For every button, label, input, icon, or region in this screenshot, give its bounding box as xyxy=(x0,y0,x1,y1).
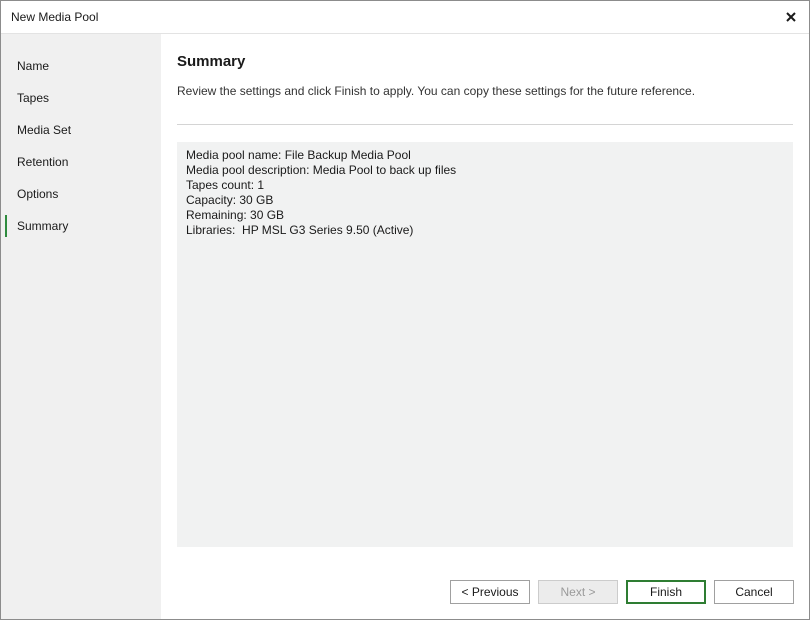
active-step-indicator xyxy=(5,215,7,237)
divider xyxy=(177,124,793,125)
wizard-steps-sidebar: Name Tapes Media Set Retention Options S… xyxy=(1,34,161,619)
summary-line-pool-description: Media pool description: Media Pool to ba… xyxy=(186,163,457,177)
previous-button[interactable]: < Previous xyxy=(450,580,530,604)
summary-line-tapes-count: Tapes count: 1 xyxy=(186,178,265,192)
page-description: Review the settings and click Finish to … xyxy=(177,84,696,98)
sidebar-item-label: Retention xyxy=(17,155,69,169)
summary-line-pool-name: Media pool name: File Backup Media Pool xyxy=(186,148,411,162)
sidebar-item-label: Options xyxy=(17,187,59,201)
summary-text-area[interactable]: Media pool name: File Backup Media Pool … xyxy=(177,142,793,547)
summary-line-capacity: Capacity: 30 GB xyxy=(186,193,274,207)
page-title: Summary xyxy=(177,53,246,70)
title-bar: New Media Pool xyxy=(1,1,809,34)
sidebar-item-options[interactable]: Options xyxy=(5,182,161,206)
new-media-pool-dialog: New Media Pool Name Tapes Media Set Rete… xyxy=(0,0,810,620)
sidebar-item-name[interactable]: Name xyxy=(5,54,161,78)
sidebar-item-retention[interactable]: Retention xyxy=(5,150,161,174)
cancel-button[interactable]: Cancel xyxy=(714,580,794,604)
next-button[interactable]: Next > xyxy=(538,580,618,604)
summary-line-libraries: Libraries: HP MSL G3 Series 9.50 (Active… xyxy=(186,223,414,237)
sidebar-item-media-set[interactable]: Media Set xyxy=(5,118,161,142)
sidebar-item-label: Tapes xyxy=(17,91,50,105)
summary-line-remaining: Remaining: 30 GB xyxy=(186,208,285,222)
finish-button[interactable]: Finish xyxy=(626,580,706,604)
sidebar-item-summary[interactable]: Summary xyxy=(5,214,161,238)
sidebar-item-label: Name xyxy=(17,59,50,73)
main-content: Summary Review the settings and click Fi… xyxy=(161,34,809,619)
close-button[interactable] xyxy=(781,7,801,27)
window-title: New Media Pool xyxy=(11,10,99,24)
sidebar-item-tapes[interactable]: Tapes xyxy=(5,86,161,110)
close-icon xyxy=(786,12,796,22)
sidebar-item-label: Media Set xyxy=(17,123,72,137)
sidebar-item-label: Summary xyxy=(17,219,69,233)
